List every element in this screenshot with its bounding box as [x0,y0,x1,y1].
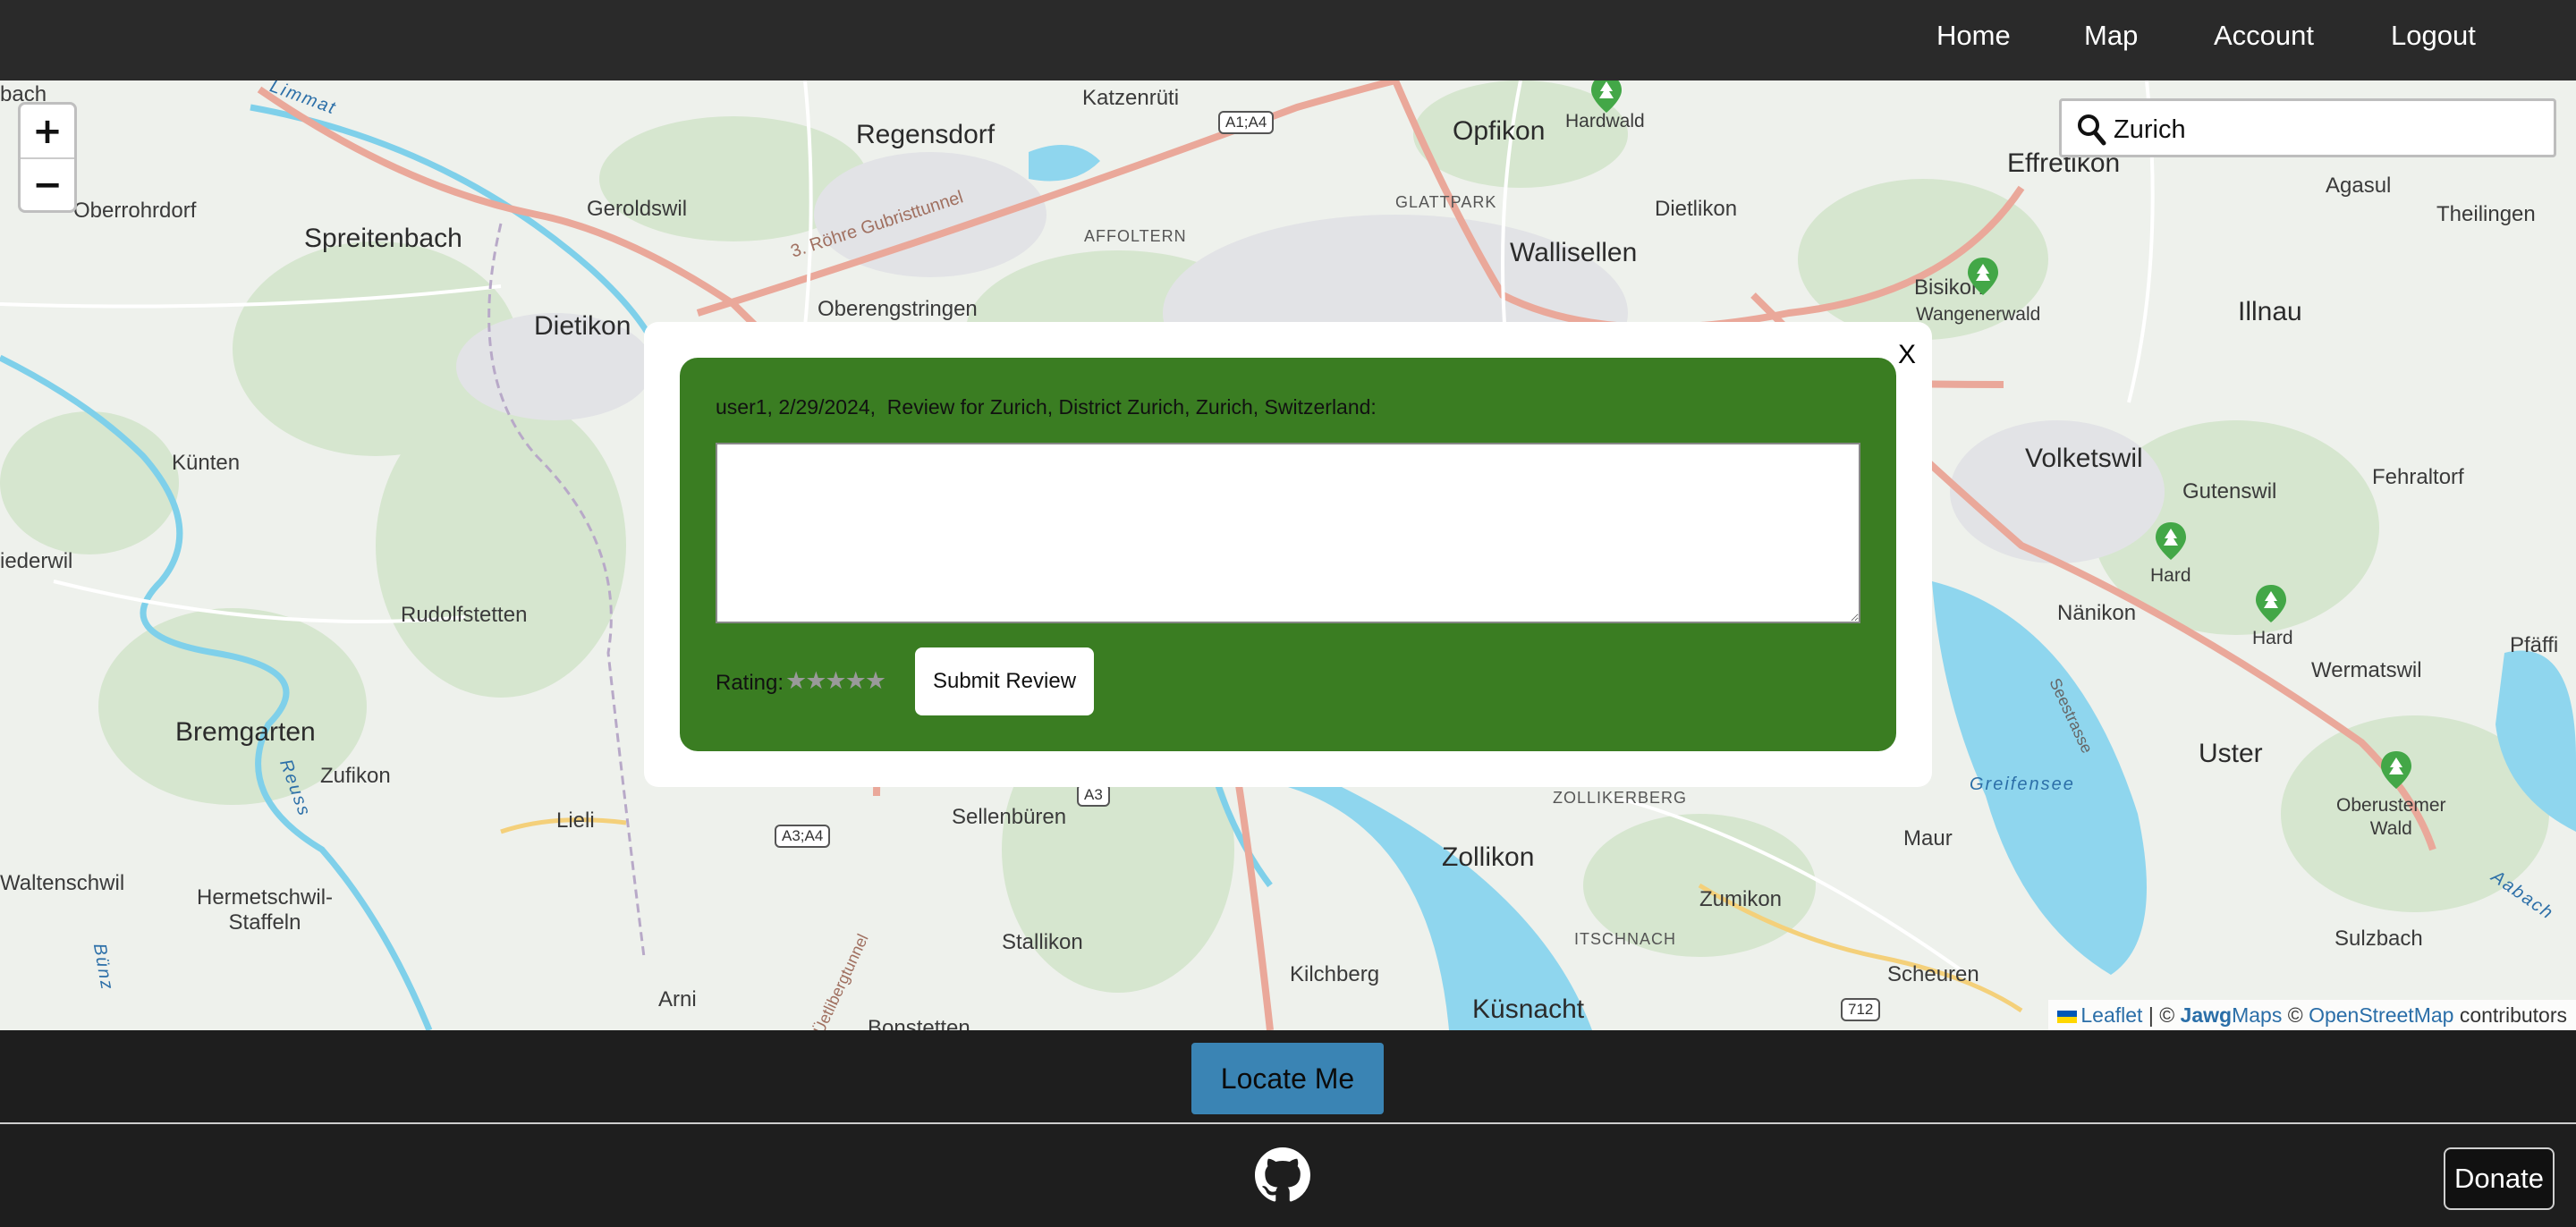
place-zumikon: Zumikon [1699,887,1783,911]
place-illnau: Illnau [2238,297,2302,326]
place-agasul: Agasul [2326,173,2392,198]
map-attribution: Leaflet | © JawgMaps © OpenStreetMap con… [2048,1000,2576,1030]
review-heading: user1, 2/29/2024, Review for Zurich, Dis… [716,395,1377,419]
footer: Donate [0,1126,2576,1227]
place-hard-2: Hard [2252,628,2293,648]
place-uster: Uster [2199,739,2263,768]
place-nanikon: Nänikon [2057,601,2137,625]
forest-poi-icon [1591,80,1622,113]
zoom-in-button[interactable]: + [21,105,74,157]
place-volketswil: Volketswil [2025,444,2143,473]
place-wallisellen: Wallisellen [1510,238,1638,267]
star-rating-input[interactable]: ★★★★★ [785,667,886,695]
donate-button[interactable]: Donate [2444,1147,2555,1210]
place-fehraltorf: Fehraltorf [2372,465,2464,489]
nav-link-logout[interactable]: Logout [2391,20,2476,52]
nav-link-account[interactable]: Account [2214,20,2314,52]
review-form-panel: user1, 2/29/2024, Review for Zurich, Dis… [680,358,1896,751]
place-wermatswil: Wermatswil [2311,658,2422,682]
place-kilchberg: Kilchberg [1290,962,1380,986]
road-shield-712: 712 [1841,998,1881,1021]
place-rudolfstetten: Rudolfstetten [401,603,528,627]
top-navbar: Home Map Account Logout [0,0,2576,80]
jawgmaps-link[interactable]: JawgMaps [2181,1003,2283,1027]
locate-bar: Locate Me [0,1030,2576,1124]
place-pfaffikon: Pfäffi [2510,633,2559,657]
place-sulzbach: Sulzbach [2334,927,2423,951]
place-itschnach: ITSCHNACH [1574,930,1677,948]
place-stallikon: Stallikon [1002,930,1083,954]
place-gutenswil: Gutenswil [2182,479,2277,503]
place-geroldswil: Geroldswil [587,197,688,221]
attrib-contributors: contributors [2453,1003,2567,1027]
place-bremgarten: Bremgarten [175,717,316,747]
place-theilingen: Theilingen [2436,202,2536,226]
locate-me-button[interactable]: Locate Me [1191,1043,1384,1114]
forest-poi-icon [2256,585,2286,622]
place-wangenerwald: Wangenerwald [1916,304,2041,325]
place-hard-1: Hard [2150,565,2191,586]
forest-poi-icon [1968,258,1998,295]
place-oberustermer-wald: Oberustemer Wald [2336,795,2446,839]
jawg-bold: Jawg [2180,1003,2233,1027]
attrib-sep: | © [2142,1003,2181,1027]
place-dietlikon: Dietlikon [1655,197,1738,221]
submit-review-button[interactable]: Submit Review [915,647,1094,715]
place-bonstetten: Bonstetten [868,1016,970,1030]
place-maur: Maur [1903,826,1953,850]
ukraine-flag-icon [2057,1010,2078,1023]
close-modal-button[interactable]: X [1898,340,1916,370]
place-arni: Arni [658,987,697,1011]
place-zufikon: Zufikon [320,764,391,788]
place-zollikerberg: ZOLLIKERBERG [1553,789,1688,807]
zoom-control: + − [18,102,77,213]
place-glattpark: GLATTPARK [1395,193,1497,211]
label-greifensee: Greifensee [1970,774,2075,794]
road-shield-a1a4: A1;A4 [1218,111,1275,134]
place-waltenschwil: Waltenschwil [0,871,125,895]
place-opfikon: Opfikon [1453,116,1546,146]
review-modal: X user1, 2/29/2024, Review for Zurich, D… [644,322,1932,787]
place-niederwil: iederwil [0,549,73,573]
place-affoltern: AFFOLTERN [1084,227,1187,245]
forest-poi-icon [2156,522,2186,560]
place-dietikon: Dietikon [534,311,631,341]
nav-link-home[interactable]: Home [1936,20,2011,52]
place-scheuren: Scheuren [1887,962,1979,986]
place-zollikon: Zollikon [1442,842,1535,872]
road-shield-a3a4: A3;A4 [775,825,831,848]
place-hermetschwil: Hermetschwil- Staffeln [197,885,334,935]
place-kusnacht: Küsnacht [1472,994,1585,1024]
place-kunten: Künten [172,451,241,475]
osm-link[interactable]: OpenStreetMap [2309,1003,2453,1027]
search-icon[interactable] [2074,112,2110,148]
forest-poi-icon [2381,751,2411,789]
place-oberengstringen: Oberengstringen [818,297,978,321]
search-input[interactable] [2114,108,2543,151]
place-katzenruti: Katzenrüti [1082,86,1180,110]
place-oberrohrdorf: Oberrohrdorf [73,199,197,223]
place-sellenburen: Sellenbüren [952,805,1067,829]
nav-link-map[interactable]: Map [2084,20,2138,52]
place-regensdorf: Regensdorf [856,120,996,149]
github-icon[interactable] [1255,1147,1310,1203]
place-lieli: Lieli [556,808,595,833]
rating-label: Rating: [716,671,784,695]
location-search [2059,98,2556,157]
place-spreitenbach: Spreitenbach [304,224,462,253]
jawg-rest: Maps [2232,1003,2283,1027]
attrib-copy: © [2282,1003,2309,1027]
review-textarea[interactable] [716,443,1860,623]
leaflet-link[interactable]: Leaflet [2080,1003,2142,1027]
zoom-out-button[interactable]: − [21,157,74,210]
